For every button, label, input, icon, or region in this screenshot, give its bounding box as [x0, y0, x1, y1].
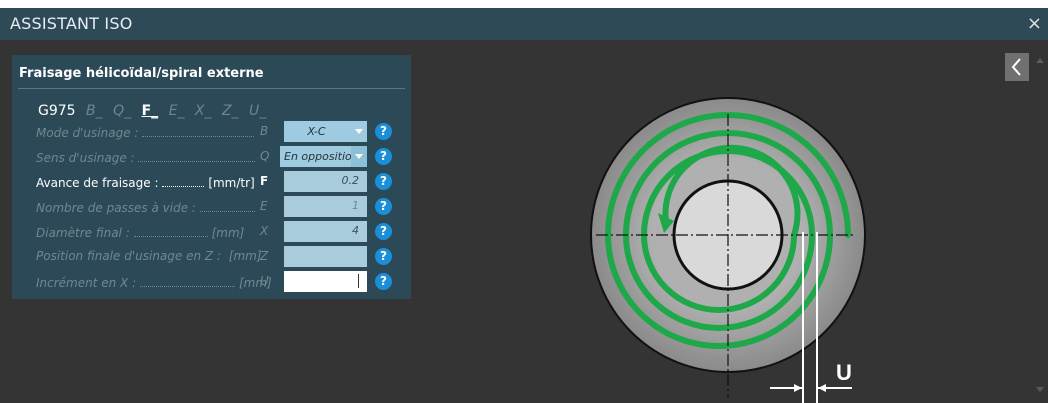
param-code-e: E	[260, 199, 268, 213]
help-icon[interactable]: ?	[375, 123, 392, 140]
param-row-f: Avance de fraisage : [mm/tr] F 0.2 ?	[12, 171, 411, 192]
param-row-q: Sens d'usinage : Q En opposition ?	[12, 146, 411, 167]
idle-passes-input[interactable]: 1	[284, 196, 367, 217]
param-row-b: Mode d'usinage : B X-C ?	[12, 121, 411, 142]
help-icon[interactable]: ?	[375, 198, 392, 215]
param-code-u: U	[260, 274, 269, 288]
help-icon[interactable]: ?	[375, 273, 392, 290]
help-icon[interactable]: ?	[375, 173, 392, 190]
param-label-q: Sens d'usinage :	[36, 149, 256, 165]
param-label-f: Avance de fraisage : [mm/tr]	[36, 176, 255, 190]
gcode-letter-z: Z_	[221, 103, 239, 119]
machining-mode-select[interactable]: X-C	[284, 121, 367, 142]
chevron-left-icon	[1011, 58, 1021, 76]
param-label-z: Position finale d'usinage en Z : [mm]	[36, 249, 262, 263]
panel-title: Fraisage hélicoïdal/spiral externe	[19, 66, 264, 81]
param-code-x: X	[260, 224, 269, 238]
help-icon[interactable]: ?	[375, 248, 392, 265]
arrowhead-icon	[794, 384, 802, 392]
help-icon[interactable]: ?	[375, 223, 392, 240]
spiral-milling-diagram: U	[590, 97, 866, 403]
gcode-letter-u: U_	[249, 103, 267, 119]
panel-divider	[18, 88, 405, 89]
back-button[interactable]	[1005, 53, 1029, 81]
final-z-position-input[interactable]	[284, 246, 367, 267]
chevron-down-icon	[351, 121, 367, 142]
x-increment-input[interactable]	[284, 271, 367, 292]
gcode-line: G975 B_ Q_ F_ E_ X_ Z_ U_	[38, 103, 272, 119]
gcode-letter-f: F_	[141, 103, 159, 119]
milling-feed-input[interactable]: 0.2	[284, 171, 367, 192]
parameter-panel: Fraisage hélicoïdal/spiral externe G975 …	[12, 55, 411, 299]
param-row-u: Incrément en X : [mm] U ?	[12, 271, 411, 292]
gcode-letter-q: Q_	[113, 103, 132, 119]
text-caret	[358, 274, 359, 288]
iso-assistant-window: ASSISTANT ISO × Fraisage hélicoïdal/spir…	[0, 8, 1048, 403]
arrowhead-icon	[818, 384, 826, 392]
param-label-u: Incrément en X : [mm]	[36, 276, 272, 290]
title-bar: ASSISTANT ISO ×	[0, 8, 1048, 40]
param-label-x: Diamètre final : [mm]	[36, 226, 245, 240]
scroll-down-arrow[interactable]	[1036, 387, 1044, 392]
param-code-q: Q	[260, 149, 270, 163]
param-label-e: Nombre de passes à vide :	[36, 199, 255, 215]
help-icon[interactable]: ?	[375, 148, 392, 165]
gcode-letter-x: X_	[194, 103, 212, 119]
param-row-e: Nombre de passes à vide : E 1 ?	[12, 196, 411, 217]
machining-direction-select[interactable]: En opposition	[280, 146, 367, 167]
scroll-up-arrow[interactable]	[1036, 58, 1044, 63]
gcode-letter-b: B_	[86, 103, 103, 119]
param-label-b: Mode d'usinage :	[36, 124, 255, 140]
param-code-z: Z	[260, 249, 269, 263]
param-code-f: F	[260, 174, 269, 188]
chevron-down-icon	[351, 146, 367, 167]
param-code-b: B	[260, 124, 269, 138]
gcode-command: G975	[38, 103, 76, 119]
param-row-z: Position finale d'usinage en Z : [mm] Z …	[12, 246, 411, 267]
final-diameter-input[interactable]: 4	[284, 221, 367, 242]
param-row-x: Diamètre final : [mm] X 4 ?	[12, 221, 411, 242]
window-title: ASSISTANT ISO	[10, 14, 133, 33]
dimension-label: U	[836, 360, 852, 385]
gcode-letter-e: E_	[168, 103, 185, 119]
close-icon[interactable]: ×	[1027, 8, 1042, 40]
